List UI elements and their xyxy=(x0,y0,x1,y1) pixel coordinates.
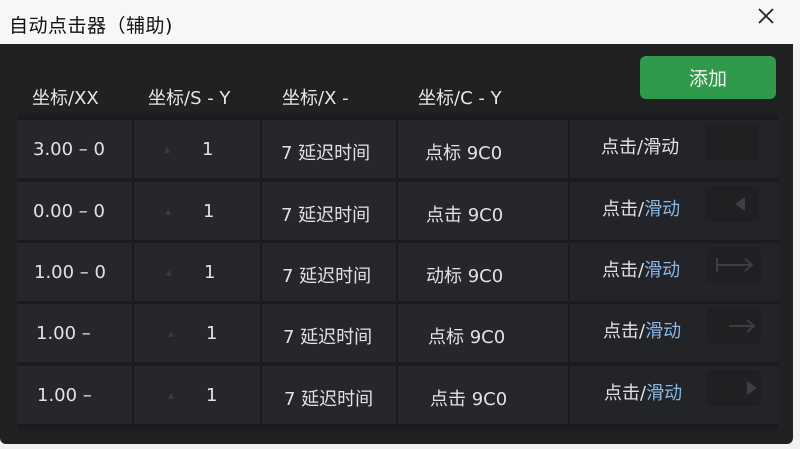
swipe-right-icon[interactable] xyxy=(707,247,761,283)
blank-icon[interactable] xyxy=(705,124,759,160)
target-label: 点标 9C0 xyxy=(425,143,503,164)
repeat-count: 1 xyxy=(206,385,218,406)
header-coord-cy: 坐标/C - Y xyxy=(418,88,502,109)
coord-value: 0.00 – 0 xyxy=(33,201,105,222)
header-coord-sy: 坐标/S - Y xyxy=(148,88,231,109)
action-swipe-label: 滑动 xyxy=(644,199,681,220)
delay-time: 7 延迟时间 xyxy=(284,389,374,410)
coord-value: 1.00 – 0 xyxy=(34,262,106,283)
stepper-arrow-icon[interactable]: ▴ xyxy=(164,142,170,156)
coord-value: 3.00 – 0 xyxy=(33,139,105,160)
action-swipe-label: 滑动 xyxy=(644,260,681,281)
header-coord-x2: 坐标/X - xyxy=(282,88,349,109)
action-click-label: 点击/ xyxy=(602,199,645,220)
action-swipe-label: 滑动 xyxy=(643,137,680,158)
action-toggle[interactable]: 点击/滑动 xyxy=(601,133,679,159)
stepper-arrow-icon[interactable]: ▴ xyxy=(168,326,174,340)
target-label: 动标 9C0 xyxy=(426,266,504,287)
table-cell xyxy=(134,304,262,362)
table-cell xyxy=(134,182,262,240)
close-icon[interactable] xyxy=(752,2,780,30)
arrow-right-icon[interactable] xyxy=(707,308,761,344)
repeat-count: 1 xyxy=(206,323,218,344)
action-toggle[interactable]: 点击/滑动 xyxy=(604,379,682,405)
action-click-label: 点击/ xyxy=(603,321,646,342)
target-label: 点击 9C0 xyxy=(430,389,508,410)
play-icon[interactable] xyxy=(707,370,761,406)
repeat-count: 1 xyxy=(203,201,215,222)
add-button[interactable]: 添加 xyxy=(640,56,776,99)
action-toggle[interactable]: 点击/滑动 xyxy=(602,195,680,221)
action-toggle[interactable]: 点击/滑动 xyxy=(602,256,680,282)
action-click-label: 点击/ xyxy=(601,137,644,158)
delay-time: 7 延迟时间 xyxy=(282,266,372,287)
table-cell xyxy=(134,120,262,178)
target-label: 点击 9C0 xyxy=(426,205,504,226)
table-cell xyxy=(134,243,262,301)
target-label: 点标 9C0 xyxy=(428,327,506,348)
repeat-count: 1 xyxy=(204,262,216,283)
stepper-arrow-icon[interactable]: ▴ xyxy=(165,204,171,218)
header-coord-x: 坐标/XX xyxy=(32,88,99,109)
action-swipe-label: 滑动 xyxy=(646,383,683,404)
coord-value: 1.00 – xyxy=(37,385,92,406)
repeat-count: 1 xyxy=(202,139,214,160)
delay-time: 7 延迟时间 xyxy=(283,327,373,348)
stepper-arrow-icon[interactable]: ▴ xyxy=(168,388,174,402)
coord-value: 1.00 – xyxy=(36,323,91,344)
triangle-left-icon[interactable] xyxy=(705,186,759,222)
action-swipe-label: 滑动 xyxy=(645,321,682,342)
table-cell xyxy=(134,366,262,424)
action-toggle[interactable]: 点击/滑动 xyxy=(603,317,681,343)
title-bar: 自动点击器（辅助) xyxy=(0,0,800,44)
delay-time: 7 延迟时间 xyxy=(281,143,371,164)
window-title: 自动点击器（辅助) xyxy=(9,15,173,37)
stepper-arrow-icon[interactable]: ▴ xyxy=(166,265,172,279)
action-click-label: 点击/ xyxy=(602,260,645,281)
delay-time: 7 延迟时间 xyxy=(281,205,371,226)
action-click-label: 点击/ xyxy=(604,383,647,404)
